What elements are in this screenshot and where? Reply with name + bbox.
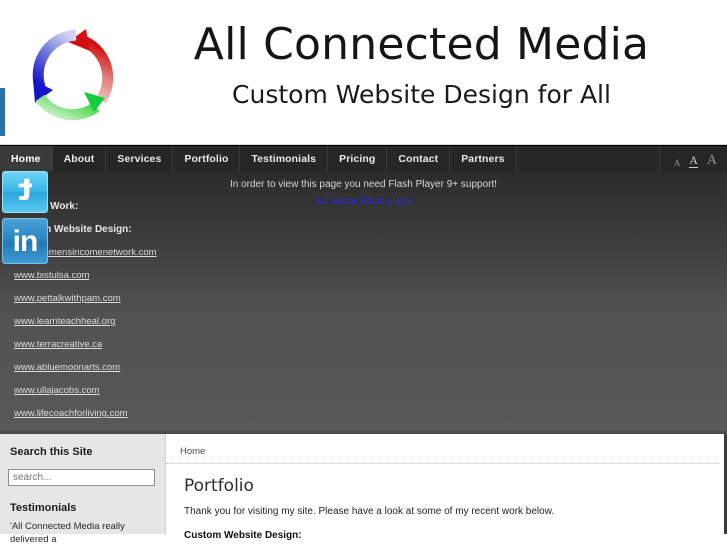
site-title: All Connected Media xyxy=(193,19,650,70)
nav-item-home[interactable]: Home xyxy=(0,146,53,171)
nav-item-testimonials[interactable]: Testimonials xyxy=(240,146,329,171)
font-size-medium-button[interactable]: A xyxy=(689,154,698,168)
portfolio-link-list: Recent Work: Custom Website Design: www.… xyxy=(14,201,344,431)
breadcrumb[interactable]: Home xyxy=(166,434,720,464)
portfolio-link[interactable]: www.womensincomenetwork.com xyxy=(14,247,344,259)
recent-work-heading: Recent Work: xyxy=(14,201,79,212)
page-intro-text: Thank you for visiting my site. Please h… xyxy=(184,506,555,517)
search-heading: Search this Site xyxy=(10,446,93,458)
portfolio-link[interactable]: www.lifecoachforliving.com xyxy=(14,408,344,420)
social-icon-rail: t in xyxy=(2,171,48,269)
flash-content-panel: In order to view this page you need Flas… xyxy=(0,171,727,431)
page-title: Portfolio xyxy=(184,476,254,496)
nav-item-portfolio[interactable]: Portfolio xyxy=(173,146,241,171)
sidebar: Search this Site Testimonials 'All Conne… xyxy=(0,434,166,545)
brand-block: All Connected Media Custom Website Desig… xyxy=(140,16,703,112)
nav-item-services[interactable]: Services xyxy=(106,146,174,171)
content-subheading: Custom Website Design: xyxy=(184,530,302,541)
header-inner: All Connected Media Custom Website Desig… xyxy=(0,0,727,144)
nav-item-pricing[interactable]: Pricing xyxy=(328,146,388,171)
testimonials-heading: Testimonials xyxy=(10,502,77,514)
main-content: Home Portfolio Thank you for visiting my… xyxy=(166,434,727,541)
testimonial-excerpt: 'All Connected Media really delivered a xyxy=(10,521,125,545)
portfolio-link[interactable]: www.terracreative.ca xyxy=(14,339,344,351)
nav-item-partners[interactable]: Partners xyxy=(450,146,517,171)
custom-website-design-heading: Custom Website Design: xyxy=(14,224,132,235)
site-tagline: Custom Website Design for All xyxy=(232,80,611,109)
flash-required-message: In order to view this page you need Flas… xyxy=(229,179,498,190)
three-arrow-cycle-logo-icon[interactable] xyxy=(8,8,132,136)
font-size-large-button[interactable]: A xyxy=(707,154,717,168)
linkedin-icon[interactable]: in xyxy=(2,218,48,264)
font-size-small-button[interactable]: A xyxy=(674,159,681,168)
portfolio-link[interactable]: www.pettalkwithpam.com xyxy=(14,293,344,305)
main-navigation: Home About Services Portfolio Testimonia… xyxy=(0,145,727,171)
nav-item-about[interactable]: About xyxy=(52,146,107,171)
twitter-icon[interactable]: t xyxy=(2,171,48,213)
portfolio-link[interactable]: www.bistulsa.com xyxy=(14,270,344,282)
header-left-accent xyxy=(0,88,5,136)
linkedin-glyph: in xyxy=(12,225,39,258)
content-body: Portfolio Thank you for visiting my site… xyxy=(166,464,724,542)
site-header: All Connected Media Custom Website Desig… xyxy=(0,0,727,145)
nav-item-contact[interactable]: Contact xyxy=(387,146,451,171)
portfolio-link[interactable]: www.abluemoonarts.com xyxy=(14,362,344,374)
search-input[interactable] xyxy=(8,469,155,486)
font-size-controls: A A A xyxy=(659,146,727,171)
twitter-glyph: t xyxy=(17,172,33,208)
portfolio-link[interactable]: www.learnteachheal.org xyxy=(14,316,344,328)
lower-content-area: Search this Site Testimonials 'All Conne… xyxy=(0,431,727,545)
nav-item-list: Home About Services Portfolio Testimonia… xyxy=(0,146,517,171)
nav-spacer xyxy=(516,146,660,171)
portfolio-link[interactable]: www.ullajacobs.com xyxy=(14,385,344,397)
